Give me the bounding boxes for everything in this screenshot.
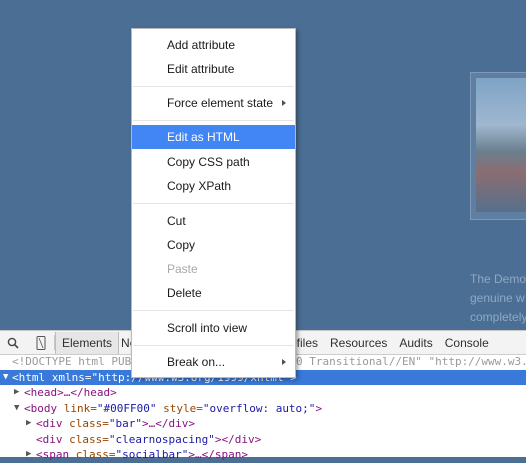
menu-item-copy-css-path[interactable]: Copy CSS path: [132, 150, 295, 174]
tab-elements[interactable]: Elements: [55, 331, 120, 354]
dom-line-body[interactable]: ▼ <body link="#00FF00" style="overflow: …: [0, 401, 526, 417]
expanded-triangle-icon[interactable]: ▼: [3, 370, 8, 386]
menu-item-edit-as-html[interactable]: Edit as HTML: [132, 125, 295, 149]
menu-item-copy-xpath[interactable]: Copy XPath: [132, 174, 295, 198]
tab-console[interactable]: Console: [439, 332, 495, 354]
menu-item-cut[interactable]: Cut: [132, 209, 295, 233]
menu-item-scroll-into-view[interactable]: Scroll into view: [132, 316, 295, 340]
menu-separator: [133, 120, 294, 121]
menu-separator: [133, 203, 294, 204]
menu-item-label: Break on...: [167, 355, 226, 369]
menu-item-delete[interactable]: Delete: [132, 281, 295, 305]
menu-separator: [133, 86, 294, 87]
context-menu: Add attribute Edit attribute Force eleme…: [131, 28, 296, 378]
device-mode-icon[interactable]: [34, 335, 48, 350]
tab-resources[interactable]: Resources: [324, 332, 393, 354]
menu-item-label: Force element state: [167, 96, 274, 110]
dom-line-div-bar[interactable]: ▶ <div class="bar">…</div>: [0, 416, 526, 432]
menu-item-force-element-state[interactable]: Force element state: [132, 91, 295, 115]
promo-line: genuine w: [470, 291, 525, 305]
dom-line-span-social[interactable]: ▶ <span class="socialbar">…</span>: [0, 447, 526, 463]
menu-item-edit-attribute[interactable]: Edit attribute: [132, 57, 295, 81]
collapsed-triangle-icon[interactable]: ▶: [26, 447, 31, 463]
menu-separator: [133, 310, 294, 311]
expanded-triangle-icon[interactable]: ▼: [14, 401, 19, 417]
menu-item-add-attribute[interactable]: Add attribute: [132, 33, 295, 57]
submenu-arrow-icon: [282, 100, 286, 106]
collapsed-triangle-icon[interactable]: ▶: [26, 416, 31, 432]
dom-line-head[interactable]: ▶ <head>…</head>: [0, 385, 526, 401]
collapsed-triangle-icon[interactable]: ▶: [14, 385, 19, 401]
menu-separator: [133, 345, 294, 346]
submenu-arrow-icon: [282, 359, 286, 365]
menu-item-copy[interactable]: Copy: [132, 233, 295, 257]
menu-item-paste: Paste: [167, 262, 198, 276]
promo-line: The Demo: [470, 272, 526, 286]
thumbnail-image[interactable]: [476, 78, 526, 212]
promo-line: completely: [470, 310, 526, 324]
dom-line-div-clear[interactable]: <div class="clearnospacing"></div>: [0, 432, 526, 448]
search-icon[interactable]: [6, 336, 20, 350]
menu-item-break-on[interactable]: Break on...: [132, 350, 295, 374]
promo-text: The Demo genuine w completely: [470, 270, 526, 327]
tab-audits[interactable]: Audits: [393, 332, 438, 354]
